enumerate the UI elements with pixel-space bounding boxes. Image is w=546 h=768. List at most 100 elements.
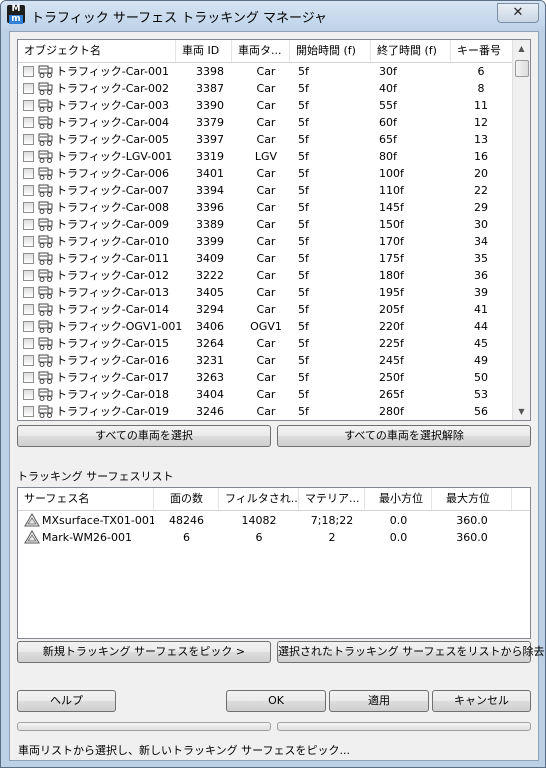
col-key-number[interactable]: キー番号 <box>451 40 513 62</box>
vehicle-checkbox[interactable] <box>23 355 34 366</box>
vehicle-row[interactable]: トラフィック-OGV1-001 3406 OGV1 5f 220f 44 <box>18 318 513 335</box>
vehicle-row[interactable]: トラフィック-Car-007 3394 Car 5f 110f 22 <box>18 182 513 199</box>
col-object-name[interactable]: オブジェクト名 <box>18 40 176 62</box>
vehicle-checkbox[interactable] <box>23 253 34 264</box>
car-icon <box>38 353 54 368</box>
window-title: トラフィック サーフェス トラッキング マネージャ <box>31 11 328 26</box>
remove-surface-button[interactable]: 選択されたトラッキング サーフェスをリストから除去 <box>277 641 545 663</box>
vehicle-id: 3387 <box>196 82 224 95</box>
vehicle-checkbox[interactable] <box>23 372 34 383</box>
vehicle-checkbox[interactable] <box>23 270 34 281</box>
col-min-bearing[interactable]: 最小方位 <box>365 488 432 510</box>
ok-button[interactable]: OK <box>226 690 326 712</box>
surface-list[interactable]: サーフェス名 面の数 フィルタされ... マテリア... 最小方位 最大方位 M… <box>17 487 531 639</box>
key-number: 16 <box>474 150 488 163</box>
surface-row[interactable]: Mark-WM26-001 6 6 2 0.0 360.0 <box>18 529 530 546</box>
vehicle-checkbox[interactable] <box>23 83 34 94</box>
apply-button[interactable]: 適用 <box>329 690 429 712</box>
vehicle-row[interactable]: トラフィック-Car-019 3246 Car 5f 280f 56 <box>18 403 513 420</box>
start-time: 5f <box>298 133 309 146</box>
surface-name: MXsurface-TX01-001 <box>42 514 154 527</box>
col-filtered[interactable]: フィルタされ... <box>219 488 299 510</box>
vehicle-row[interactable]: トラフィック-Car-016 3231 Car 5f 245f 49 <box>18 352 513 369</box>
vehicle-checkbox[interactable] <box>23 117 34 128</box>
car-icon <box>38 336 54 351</box>
vehicle-checkbox[interactable] <box>23 304 34 315</box>
key-number: 34 <box>474 235 488 248</box>
vehicle-type: Car <box>256 133 276 146</box>
scroll-down-arrow-icon[interactable]: ▼ <box>513 403 530 420</box>
vehicle-checkbox[interactable] <box>23 151 34 162</box>
vehicle-name: トラフィック-Car-002 <box>56 82 169 95</box>
vehicle-row[interactable]: トラフィック-Car-001 3398 Car 5f 30f 6 <box>18 63 513 80</box>
vehicle-checkbox[interactable] <box>23 338 34 349</box>
vehicle-row[interactable]: トラフィック-Car-012 3222 Car 5f 180f 36 <box>18 267 513 284</box>
vehicle-row[interactable]: トラフィック-Car-017 3263 Car 5f 250f 50 <box>18 369 513 386</box>
vehicle-checkbox[interactable] <box>23 236 34 247</box>
end-time: 195f <box>379 286 404 299</box>
dialog-body: オブジェクト名 車両 ID 車両タ... 開始時間 (f) 終了時間 (f) キ… <box>9 31 545 761</box>
vehicle-checkbox[interactable] <box>23 100 34 111</box>
vehicle-checkbox[interactable] <box>23 406 34 417</box>
vehicle-list[interactable]: オブジェクト名 車両 ID 車両タ... 開始時間 (f) 終了時間 (f) キ… <box>17 39 531 421</box>
vehicle-name: トラフィック-Car-003 <box>56 99 169 112</box>
vehicle-checkbox[interactable] <box>23 202 34 213</box>
vehicle-row[interactable]: トラフィック-Car-004 3379 Car 5f 60f 12 <box>18 114 513 131</box>
vehicle-row[interactable]: トラフィック-Car-003 3390 Car 5f 55f 11 <box>18 97 513 114</box>
col-vehicle-id[interactable]: 車両 ID <box>176 40 232 62</box>
vehicle-type: Car <box>256 337 276 350</box>
vehicle-row[interactable]: トラフィック-LGV-001 3319 LGV 5f 80f 16 <box>18 148 513 165</box>
vehicle-type: Car <box>256 354 276 367</box>
title-bar[interactable]: Mm トラフィック サーフェス トラッキング マネージャ ✕ <box>1 1 545 29</box>
surface-rows: MXsurface-TX01-001 48246 14082 7;18;22 0.0 36… <box>18 512 530 546</box>
key-number: 13 <box>474 133 488 146</box>
vehicle-row[interactable]: トラフィック-Car-018 3404 Car 5f 265f 53 <box>18 386 513 403</box>
vehicle-list-scrollbar[interactable]: ▲ ▼ <box>512 40 530 420</box>
vehicle-row[interactable]: トラフィック-Car-010 3399 Car 5f 170f 34 <box>18 233 513 250</box>
car-icon <box>38 234 54 249</box>
col-face-count[interactable]: 面の数 <box>154 488 219 510</box>
vehicle-checkbox[interactable] <box>23 321 34 332</box>
vehicle-row[interactable]: トラフィック-Car-005 3397 Car 5f 65f 13 <box>18 131 513 148</box>
vehicle-row[interactable]: トラフィック-Car-008 3396 Car 5f 145f 29 <box>18 199 513 216</box>
col-vehicle-type[interactable]: 車両タ... <box>232 40 290 62</box>
vehicle-checkbox[interactable] <box>23 134 34 145</box>
surface-row[interactable]: MXsurface-TX01-001 48246 14082 7;18;22 0.0 36… <box>18 512 530 529</box>
vehicle-row[interactable]: トラフィック-Car-006 3401 Car 5f 100f 20 <box>18 165 513 182</box>
vehicle-id: 3406 <box>196 320 224 333</box>
deselect-all-vehicles-button[interactable]: すべての車両を選択解除 <box>277 425 531 447</box>
vehicle-checkbox[interactable] <box>23 219 34 230</box>
select-all-vehicles-button[interactable]: すべての車両を選択 <box>17 425 271 447</box>
col-start-time[interactable]: 開始時間 (f) <box>290 40 371 62</box>
vehicle-row[interactable]: トラフィック-Car-015 3264 Car 5f 225f 45 <box>18 335 513 352</box>
close-button[interactable]: ✕ <box>497 3 539 23</box>
car-icon <box>38 98 54 113</box>
vehicle-row[interactable]: トラフィック-Car-014 3294 Car 5f 205f 41 <box>18 301 513 318</box>
progress-bar-left <box>17 722 271 731</box>
vehicle-checkbox[interactable] <box>23 168 34 179</box>
vehicle-checkbox[interactable] <box>23 185 34 196</box>
progress-bar-right <box>277 722 531 731</box>
vehicle-id: 3404 <box>196 388 224 401</box>
col-max-bearing[interactable]: 最大方位 <box>432 488 512 510</box>
scroll-up-arrow-icon[interactable]: ▲ <box>513 40 530 57</box>
vehicle-name: トラフィック-Car-017 <box>56 371 169 384</box>
vehicle-row[interactable]: トラフィック-Car-002 3387 Car 5f 40f 8 <box>18 80 513 97</box>
pick-surface-button[interactable]: 新規トラッキング サーフェスをピック > <box>17 641 271 663</box>
vehicle-row[interactable]: トラフィック-Car-013 3405 Car 5f 195f 39 <box>18 284 513 301</box>
col-end-time[interactable]: 終了時間 (f) <box>371 40 451 62</box>
min-bearing: 0.0 <box>389 531 408 544</box>
vehicle-checkbox[interactable] <box>23 287 34 298</box>
col-material[interactable]: マテリア... <box>299 488 365 510</box>
vehicle-checkbox[interactable] <box>23 389 34 400</box>
vehicle-row[interactable]: トラフィック-Car-011 3409 Car 5f 175f 35 <box>18 250 513 267</box>
key-number: 44 <box>474 320 488 333</box>
vehicle-checkbox[interactable] <box>23 66 34 77</box>
start-time: 5f <box>298 150 309 163</box>
scrollbar-thumb[interactable] <box>515 60 529 77</box>
help-button[interactable]: ヘルプ <box>17 690 116 712</box>
cancel-button[interactable]: キャンセル <box>432 690 531 712</box>
vehicle-row[interactable]: トラフィック-Car-009 3389 Car 5f 150f 30 <box>18 216 513 233</box>
col-surface-name[interactable]: サーフェス名 <box>18 488 154 510</box>
surface-icon <box>24 530 40 545</box>
